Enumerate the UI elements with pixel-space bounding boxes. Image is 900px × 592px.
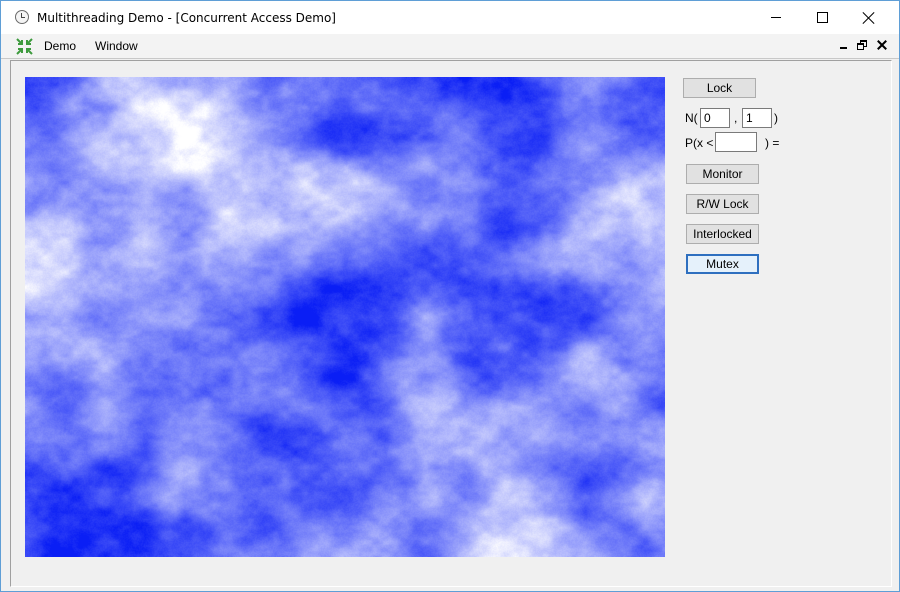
noise-image — [25, 77, 665, 557]
menu-window[interactable]: Window — [95, 39, 138, 53]
maximize-button[interactable] — [799, 1, 845, 34]
stddev-input[interactable] — [742, 108, 772, 128]
child-restore-button[interactable] — [854, 37, 870, 53]
mutex-button[interactable]: Mutex — [686, 254, 759, 274]
restore-icon — [857, 40, 867, 50]
minimize-icon — [771, 17, 781, 18]
close-icon — [863, 12, 875, 24]
arrows-in-icon[interactable] — [16, 38, 33, 55]
close-button[interactable] — [846, 1, 892, 34]
probability-input[interactable] — [715, 132, 757, 152]
menu-demo[interactable]: Demo — [44, 39, 76, 53]
monitor-button[interactable]: Monitor — [686, 164, 759, 184]
title-bar[interactable]: Multithreading Demo - [Concurrent Access… — [1, 1, 899, 34]
child-minimize-button[interactable] — [835, 37, 851, 53]
window-title: Multithreading Demo - [Concurrent Access… — [37, 11, 336, 25]
lock-button[interactable]: Lock — [683, 78, 756, 98]
comma-label: , — [734, 111, 738, 125]
menu-bar: Demo Window — [1, 34, 899, 59]
child-close-button[interactable] — [874, 37, 890, 53]
minimize-button[interactable] — [753, 1, 799, 34]
maximize-icon — [816, 12, 828, 23]
normal-suffix-label: ) — [774, 111, 778, 125]
normal-prefix-label: N( — [685, 111, 698, 125]
rwlock-button[interactable]: R/W Lock — [686, 194, 759, 214]
interlocked-button[interactable]: Interlocked — [686, 224, 759, 244]
prob-prefix-label: P(x < — [685, 136, 714, 150]
close-icon — [877, 40, 887, 50]
clock-icon[interactable] — [15, 10, 29, 24]
mean-input[interactable] — [700, 108, 730, 128]
minimize-icon — [839, 47, 847, 49]
prob-suffix-label: ) = — [765, 136, 780, 150]
